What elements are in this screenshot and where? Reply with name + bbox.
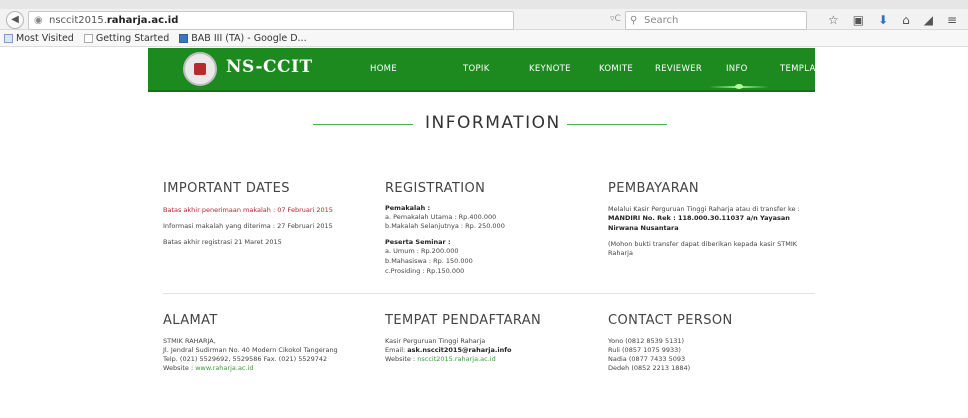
- section-divider: [163, 293, 815, 294]
- tempat-website-link[interactable]: nsccit2015.raharja.ac.id: [417, 355, 495, 363]
- url-domain: raharja.ac.id: [106, 15, 179, 26]
- pemakalah-label: Pemakalah :: [385, 204, 431, 212]
- alamat-title: ALAMAT: [163, 313, 218, 328]
- nav-topik[interactable]: TOPIK: [463, 64, 490, 74]
- folder-icon: [4, 33, 13, 43]
- bookmark-label: Most Visited: [16, 32, 74, 44]
- bookmarks-bar: Most Visited Getting Started BAB III (TA…: [0, 30, 968, 47]
- page-icon: [83, 33, 93, 43]
- important-dates-title: IMPORTANT DATES: [163, 181, 290, 196]
- bookmark-getting-started[interactable]: Getting Started: [83, 30, 170, 46]
- alamat-line1: STMIK RAHARJA,: [163, 337, 216, 345]
- tempat-email: Email: ask.nsccit2015@raharja.info: [385, 346, 512, 355]
- nav-home[interactable]: HOME: [370, 64, 397, 74]
- tempat-title: TEMPAT PENDAFTARAN: [385, 313, 542, 328]
- pembayaran-title: PEMBAYARAN: [608, 181, 700, 196]
- search-placeholder: Search: [644, 15, 679, 26]
- nav-komite[interactable]: KOMITE: [599, 64, 633, 74]
- heading-line-right: [567, 124, 667, 125]
- pembayaran-note: (Mohon bukti transfer dapat diberikan ke…: [608, 240, 798, 248]
- site-navbar: NS-CCIT HOME TOPIK KEYNOTE KOMITE REVIEW…: [148, 48, 826, 92]
- makalah-selanjutnya: b.Makalah Selanjutnya : Rp. 250.000: [385, 222, 505, 230]
- pemakalah-utama: a. Pemakalah Utama : Rp.400.000: [385, 213, 497, 221]
- peserta-label: Peserta Seminar :: [385, 238, 451, 246]
- toolbar-icons: ☆ ▣ ⬇ ⌂ ◢ ≡: [828, 11, 957, 29]
- nav-template[interactable]: TEMPLATE: [780, 64, 826, 74]
- tab-strip: [0, 0, 968, 9]
- alamat-website-link[interactable]: www.raharja.ac.id: [195, 364, 253, 372]
- alamat-line2: Jl. Jendral Sudirman No. 40 Modern Cikok…: [163, 346, 338, 354]
- alamat-line3: Telp. (021) 5529692, 5529586 Fax. (021) …: [163, 355, 328, 363]
- browser-toolbar: ◀ ◉ nsccit2015.raharja.ac.id ▿C ⚲ Search…: [0, 0, 968, 30]
- url-prefix: nsccit2015.: [49, 15, 107, 26]
- tempat-line1: Kasir Perguruan Tinggi Raharja: [385, 337, 486, 345]
- contact-nadia: Nadia (0877 7433 5093: [608, 355, 686, 363]
- website-label: Website :: [163, 364, 196, 372]
- back-arrow-icon: ◀: [11, 14, 19, 25]
- contact-dedeh: Dedeh (0852 2213 1884): [608, 364, 691, 372]
- site-logo-text[interactable]: NS-CCIT: [226, 57, 313, 77]
- peserta-mahasiswa: b.Mahasiswa : Rp. 150.000: [385, 257, 473, 265]
- globe-icon: ◉: [34, 15, 43, 26]
- tempat-website: Website : nsccit2015.raharja.ac.id: [385, 355, 496, 364]
- heading-line-left: [313, 124, 413, 125]
- bookmark-bab-iii[interactable]: BAB III (TA) - Google D...: [179, 30, 307, 46]
- pembayaran-note-2: Raharja: [608, 249, 633, 257]
- active-nav-dot: [735, 84, 743, 89]
- page-title: INFORMATION: [425, 113, 561, 133]
- contact-ruli: Ruli (0857 1075 9933): [608, 346, 681, 354]
- search-icon: ⚲: [630, 15, 638, 26]
- docs-icon: [179, 33, 189, 43]
- bookmark-star-icon[interactable]: ☆: [828, 11, 839, 29]
- bookmark-label: Getting Started: [95, 32, 170, 44]
- reading-list-icon[interactable]: ▣: [853, 11, 864, 29]
- date-paper-accepted: Informasi makalah yang diterima : 27 Feb…: [163, 222, 333, 230]
- website-label: Website :: [385, 355, 418, 363]
- bookmark-label: BAB III (TA) - Google D...: [191, 32, 307, 44]
- alamat-website: Website : www.raharja.ac.id: [163, 364, 254, 373]
- nav-keynote[interactable]: KEYNOTE: [529, 64, 571, 74]
- date-registration: Batas akhir registrasi 21 Maret 2015: [163, 238, 282, 246]
- download-icon[interactable]: ⬇: [878, 11, 888, 29]
- email-label: Email:: [385, 346, 408, 354]
- peserta-umum: a. Umum : Rp.200.000: [385, 247, 459, 255]
- search-input[interactable]: ⚲ Search: [625, 11, 807, 30]
- pembayaran-bank: MANDIRI No. Rek : 118.000.30.11037 a/n Y…: [608, 214, 790, 222]
- logo-seal-icon[interactable]: [183, 52, 217, 86]
- nav-info[interactable]: INFO: [726, 64, 748, 74]
- peserta-prosiding: c.Prosiding : Rp.150.000: [385, 267, 465, 275]
- bookmark-most-visited[interactable]: Most Visited: [4, 30, 74, 46]
- date-deadline-paper: Batas akhir penerimaan makalah : 07 Febr…: [163, 206, 333, 214]
- pocket-icon[interactable]: ◢: [924, 11, 933, 29]
- reload-icon[interactable]: ▿C: [610, 11, 622, 28]
- home-icon[interactable]: ⌂: [902, 11, 910, 29]
- back-button[interactable]: ◀: [6, 11, 24, 29]
- url-bar[interactable]: ◉ nsccit2015.raharja.ac.id: [28, 11, 514, 30]
- nav-reviewer[interactable]: REVIEWER: [655, 64, 702, 74]
- registration-title: REGISTRATION: [385, 181, 486, 196]
- contact-title: CONTACT PERSON: [608, 313, 733, 328]
- tempat-email-link[interactable]: ask.nsccit2015@raharja.info: [407, 346, 511, 354]
- menu-icon[interactable]: ≡: [947, 11, 957, 29]
- pembayaran-line1: Melalui Kasir Perguruan Tinggi Raharja a…: [608, 205, 800, 213]
- contact-yono: Yono (0812 8539 5131): [608, 337, 685, 345]
- pembayaran-account-name: Nirwana Nusantara: [608, 224, 679, 232]
